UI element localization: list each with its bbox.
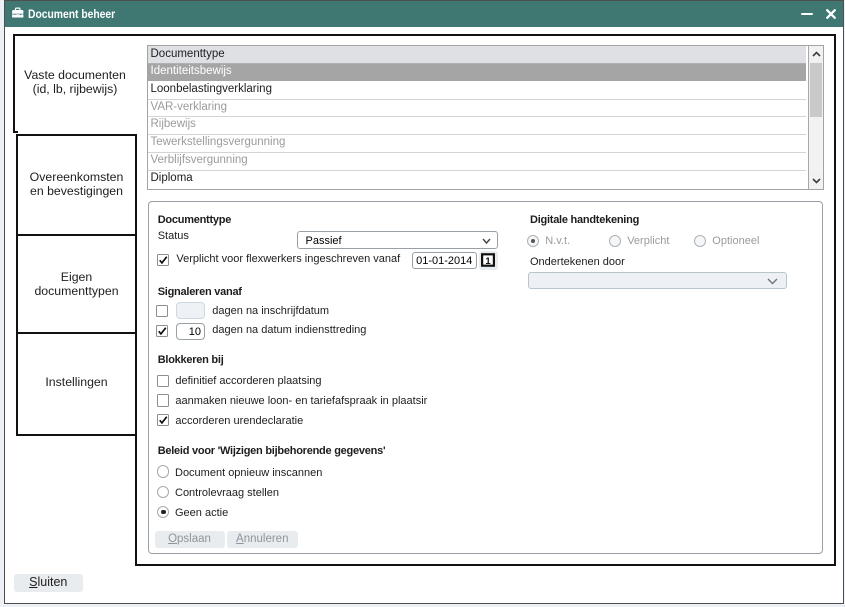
svg-text:1: 1 — [485, 256, 491, 267]
